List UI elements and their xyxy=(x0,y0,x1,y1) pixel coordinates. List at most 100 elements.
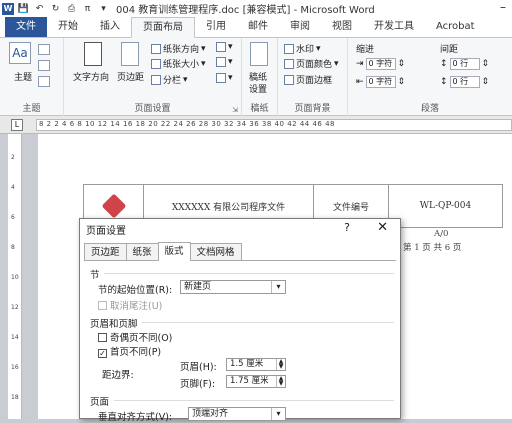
space-after-spinner-icon[interactable]: ⇕ xyxy=(482,77,490,87)
manuscript-label-2[interactable]: 设置 xyxy=(249,82,267,95)
breaks-button[interactable]: ▾ xyxy=(216,42,233,52)
vruler-tick: 18 xyxy=(11,394,19,401)
indent-right-spinner-icon[interactable]: ⇕ xyxy=(398,77,406,87)
manuscript-group-label: 稿纸 xyxy=(250,104,269,114)
theme-button[interactable]: 主题 xyxy=(14,70,32,83)
company-logo xyxy=(101,193,126,219)
section-heading: 节 xyxy=(90,270,100,281)
tab-file[interactable]: 文件 xyxy=(5,17,47,37)
indent-left-value[interactable]: 0 字符 xyxy=(365,58,396,70)
space-before-field[interactable]: ↕ 0 行 ⇕ xyxy=(440,58,489,70)
checkbox-icon xyxy=(98,333,107,342)
space-after-field[interactable]: ↕ 0 行 ⇕ xyxy=(440,76,489,88)
redo-icon[interactable]: ↻ xyxy=(49,2,62,15)
tab-layout[interactable]: 版式 xyxy=(157,242,191,261)
vruler-tick: 2 xyxy=(11,154,15,161)
print-icon[interactable]: ⎙ xyxy=(65,2,78,15)
paragraph-group-label: 段落 xyxy=(420,104,439,114)
tab-selector-icon[interactable]: L xyxy=(11,119,23,131)
tab-review[interactable]: 审阅 xyxy=(279,17,321,37)
indent-left-spinner-icon[interactable]: ⇕ xyxy=(398,59,406,69)
margins-button[interactable]: 页边距 xyxy=(117,70,144,83)
dialog-tabs: 页边距 纸张 版式 文档网格 xyxy=(84,242,396,261)
indent-right-value[interactable]: 0 字符 xyxy=(365,76,396,88)
header-footer-heading: 页眉和页脚 xyxy=(90,319,138,330)
theme-fonts-icon[interactable] xyxy=(38,60,50,71)
tab-margins[interactable]: 页边距 xyxy=(84,243,127,260)
footer-distance-input[interactable]: 1.75 厘米 ▲ ▼ xyxy=(226,375,286,388)
odd-even-label: 奇偶页不同(O) xyxy=(110,333,173,344)
indent-right-field[interactable]: ⇤ 0 字符 ⇕ xyxy=(356,76,405,88)
page-divider xyxy=(114,400,394,401)
dialog-title: 页面设置 xyxy=(86,226,126,237)
space-before-value[interactable]: 0 行 xyxy=(449,58,480,70)
manuscript-icon[interactable] xyxy=(250,42,268,66)
indent-heading: 缩进 xyxy=(356,45,375,55)
first-page-checkbox[interactable]: ✓ 首页不同(P) xyxy=(98,344,161,358)
tab-acrobat[interactable]: Acrobat xyxy=(425,17,486,37)
customize-dropdown-icon[interactable]: ▾ xyxy=(97,2,110,15)
word-logo-icon[interactable]: W xyxy=(2,2,14,15)
close-button[interactable]: ✕ xyxy=(377,220,388,235)
page-background-group-label: 页面背景 xyxy=(294,104,331,114)
space-before-spinner-icon[interactable]: ⇕ xyxy=(482,59,490,69)
columns-button[interactable]: 分栏 ▾ xyxy=(151,73,188,86)
ruler-ticks: 8 2 2 4 6 8 10 12 14 16 18 20 22 24 26 2… xyxy=(36,119,512,131)
footer-distance-label: 页脚(F): xyxy=(180,379,216,390)
spinner-icon[interactable]: ▲ ▼ xyxy=(276,376,285,387)
page-border-button[interactable]: 页面边框 xyxy=(284,73,332,86)
tab-view[interactable]: 视图 xyxy=(321,17,363,37)
help-button[interactable]: ? xyxy=(344,221,350,234)
spinner-icon[interactable]: ▲ ▼ xyxy=(276,359,285,370)
size-icon xyxy=(151,58,161,69)
space-after-icon: ↕ xyxy=(440,77,448,87)
page-color-label: 页面颜色 xyxy=(296,60,333,70)
indent-left-field[interactable]: ⇥ 0 字符 ⇕ xyxy=(356,58,405,70)
horizontal-ruler[interactable]: L 8 2 2 4 6 8 10 12 14 16 18 20 22 24 26… xyxy=(0,116,512,134)
page-background-group: 水印 ▾ 页面颜色 ▾ 页面边框 页面背景 xyxy=(278,38,348,116)
separator-label: π xyxy=(84,3,91,14)
vruler-tick: 8 xyxy=(11,244,15,251)
ribbon-tabs: 文件 开始 插入 页面布局 引用 邮件 审阅 视图 开发工具 Acrobat xyxy=(0,17,512,38)
vruler-tick: 16 xyxy=(11,364,19,371)
page-setup-launcher-icon[interactable]: ⇲ xyxy=(232,106,238,114)
title-bar: W 💾 ↶ ↻ ⎙ π ▾ 004 教育训练管理程序.doc [兼容模式] - … xyxy=(0,0,512,17)
undo-icon[interactable]: ↶ xyxy=(33,2,46,15)
vruler-tick: 4 xyxy=(11,184,15,191)
theme-effects-icon[interactable] xyxy=(38,76,50,87)
minimize-button[interactable]: – xyxy=(500,0,506,14)
tab-insert[interactable]: 插入 xyxy=(89,17,131,37)
watermark-icon xyxy=(284,43,294,54)
page-border-icon xyxy=(284,74,294,85)
size-button[interactable]: 纸张大小 ▾ xyxy=(151,57,206,70)
margins-icon[interactable] xyxy=(121,42,139,66)
tab-mailings[interactable]: 邮件 xyxy=(237,17,279,37)
line-numbers-icon xyxy=(216,57,226,67)
page-color-button[interactable]: 页面颜色 ▾ xyxy=(284,57,339,70)
tab-developer[interactable]: 开发工具 xyxy=(363,17,425,37)
vertical-ruler[interactable]: 2 4 6 8 10 12 14 16 18 xyxy=(8,134,22,419)
save-icon[interactable]: 💾 xyxy=(17,2,30,15)
chevron-down-icon: ▾ xyxy=(271,408,285,420)
space-before-icon: ↕ xyxy=(440,59,448,69)
page-heading: 页面 xyxy=(90,397,110,408)
orientation-button[interactable]: 纸张方向 ▾ xyxy=(151,42,206,55)
odd-even-checkbox[interactable]: 奇偶页不同(O) xyxy=(98,330,172,344)
page-setup-group: 文字方向 页边距 纸张方向 ▾ 纸张大小 ▾ 分栏 ▾ ▾ ▾ ▾ 页面设置 ⇲ xyxy=(64,38,242,116)
hyphenation-button[interactable]: ▾ xyxy=(216,73,233,83)
text-direction-icon[interactable] xyxy=(84,42,102,66)
header-distance-input[interactable]: 1.5 厘米 ▲ ▼ xyxy=(226,358,286,371)
space-after-value[interactable]: 0 行 xyxy=(449,76,480,88)
section-start-select[interactable]: 新建页 ▾ xyxy=(180,280,286,294)
line-numbers-button[interactable]: ▾ xyxy=(216,57,233,67)
tab-document-grid[interactable]: 文档网格 xyxy=(189,243,242,260)
theme-icon[interactable]: Aa xyxy=(9,42,31,64)
tab-home[interactable]: 开始 xyxy=(47,17,89,37)
watermark-button[interactable]: 水印 ▾ xyxy=(284,42,321,55)
theme-colors-icon[interactable] xyxy=(38,44,50,55)
tab-paper[interactable]: 纸张 xyxy=(125,243,159,260)
text-direction-button[interactable]: 文字方向 xyxy=(73,70,109,83)
tab-page-layout[interactable]: 页面布局 xyxy=(131,17,195,38)
tab-references[interactable]: 引用 xyxy=(195,17,237,37)
quick-access-toolbar: W 💾 ↶ ↻ ⎙ π ▾ xyxy=(0,2,110,15)
